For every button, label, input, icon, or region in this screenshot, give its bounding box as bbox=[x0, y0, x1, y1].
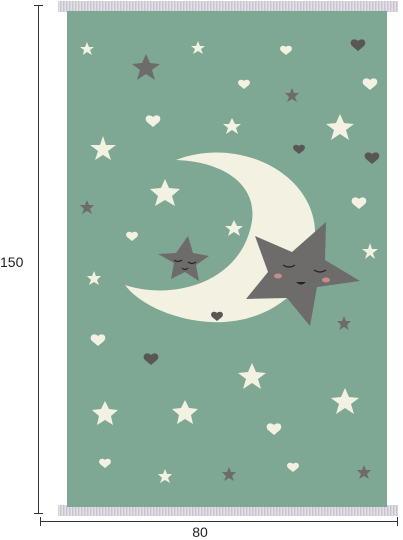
width-dimension-line bbox=[40, 521, 397, 522]
width-dimension-tick-left bbox=[40, 517, 41, 526]
rug-body bbox=[67, 11, 387, 507]
height-dimension-line bbox=[38, 5, 39, 513]
product-image: 150 80 bbox=[0, 0, 403, 540]
height-dimension-tick-bottom bbox=[34, 513, 43, 514]
width-label: 80 bbox=[192, 524, 208, 540]
rug bbox=[58, 1, 398, 516]
height-dimension-tick-top bbox=[34, 5, 43, 6]
height-label: 150 bbox=[0, 254, 24, 270]
top-fringe bbox=[58, 1, 398, 12]
width-dimension-tick-right bbox=[397, 517, 398, 526]
